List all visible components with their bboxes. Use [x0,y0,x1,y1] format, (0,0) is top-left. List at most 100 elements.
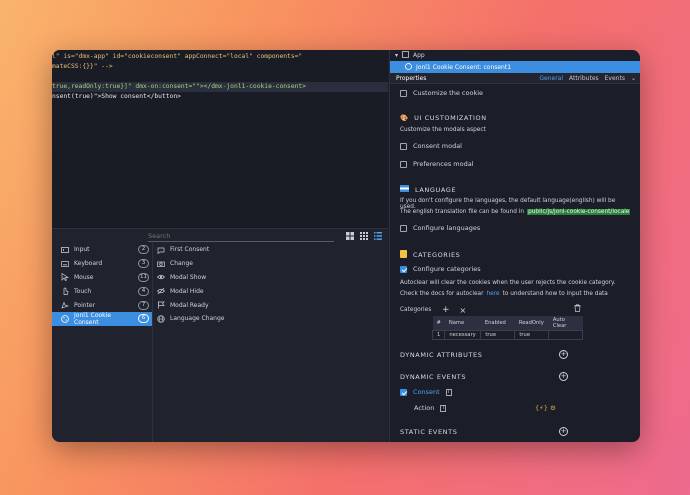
first-consent-icon [157,246,165,255]
customize-cookie-row[interactable]: Customize the cookie [400,89,632,97]
tree-item-app[interactable]: ▾ App [390,50,640,61]
input-icon [61,246,69,254]
section-title: STATIC EVENTS [400,428,458,436]
dynamic-attributes-heading: DYNAMIC ATTRIBUTES [400,351,632,359]
checkbox-label: Consent modal [413,142,462,150]
info-icon[interactable]: i [440,404,447,412]
description-text: Autoclear will clear the cookies when th… [400,280,616,286]
tree-label: Jonl1 Cookie Consent: consent1 [416,63,512,71]
components-panel: Input 2 Keyboard 3 Mouse 11 Touch 4 Poin… [52,228,388,442]
properties-panel: ▾ App Jonl1 Cookie Consent: consent1 Pro… [389,50,640,442]
column-header: Auto Clear [548,316,583,331]
close-icon[interactable]: × [460,306,467,315]
category-count: 7 [138,300,149,310]
language-path-line: The english translation file can be foun… [400,209,632,215]
category-label: Touch [74,287,92,295]
tab-attributes[interactable]: Attributes [569,75,599,82]
configure-categories-row[interactable]: Configure categories [400,265,632,273]
code-line: nsent(true)">Show consent</button> [52,92,388,102]
configure-categories-checkbox[interactable] [400,265,407,273]
action-picker-icon[interactable]: ⚙ [550,404,556,412]
preferences-modal-row[interactable]: Preferences modal [400,160,632,168]
trash-icon[interactable] [574,304,581,314]
action-row[interactable]: Action i {⚡} ⚙ [400,404,632,412]
info-icon[interactable]: i [445,388,452,396]
ui-customization-heading: 🎨 UI CUSTOMIZATION [400,114,632,122]
category-item-input[interactable]: Input 2 [52,243,152,257]
docs-link[interactable]: here [486,291,499,297]
ui-description: Customize the modals aspect [400,127,632,133]
cookie-icon [405,62,412,72]
event-list: First Consent Change Modal Show Modal Hi… [152,243,388,442]
checkbox-label: Preferences modal [413,160,474,168]
autoclear-docs-line: Check the docs for autoclear here to und… [400,291,632,297]
column-header: ReadOnly [514,316,549,331]
tab-general[interactable]: General [539,75,563,82]
chevron-down-icon[interactable]: ▾ [395,52,398,59]
category-label: Input [74,246,90,254]
event-item-modal-hide[interactable]: Modal Hide [153,284,388,298]
flag-icon [400,185,409,194]
event-item-modal-show[interactable]: Modal Show [153,271,388,285]
pointer-icon [61,301,70,309]
description-text: The english translation file can be foun… [400,209,525,215]
event-label: Consent [413,388,440,396]
event-item-change[interactable]: Change [153,257,388,271]
table-row[interactable]: 1 necessary true true [431,330,584,340]
list-view-icon[interactable] [374,232,382,240]
tree-item-component[interactable]: Jonl1 Cookie Consent: consent1 [390,61,640,73]
event-item-modal-ready[interactable]: Modal Ready [153,298,388,312]
category-item-mouse[interactable]: Mouse 11 [52,271,152,285]
checkbox-label: Configure languages [413,224,481,232]
category-count: 11 [138,272,149,282]
code-line: mateCSS:{}}" --> [52,62,388,72]
preferences-modal-checkbox[interactable] [400,160,407,168]
chevron-down-icon[interactable]: ⌄ [631,75,636,82]
add-dynamic-event-button[interactable]: + [559,372,568,381]
table-cell[interactable] [548,330,584,340]
event-label: Change [170,260,193,268]
description-text: to understand how to input the data [502,291,608,297]
configure-languages-checkbox[interactable] [400,224,407,232]
table-cell[interactable]: true [480,330,516,340]
tab-events[interactable]: Events [605,75,625,82]
add-dynamic-attribute-button[interactable]: + [559,350,568,359]
category-count: 3 [138,259,149,269]
grid-small-icon[interactable] [360,232,368,240]
search-input[interactable] [148,230,334,242]
customize-cookie-checkbox[interactable] [400,89,407,97]
eye-icon [157,273,165,281]
category-item-cookie-consent[interactable]: Jonl1 Cookie Consent 6 [52,312,152,326]
table-cell[interactable]: true [514,330,550,340]
consent-event-checkbox[interactable] [400,388,407,396]
code-editor[interactable]: l" is="dmx-app" id="cookieconsent" appCo… [52,50,388,228]
consent-modal-row[interactable]: Consent modal [400,142,632,150]
consent-modal-checkbox[interactable] [400,142,407,150]
dynamic-events-heading: DYNAMIC EVENTS [400,373,632,381]
static-events-heading: STATIC EVENTS [400,428,632,436]
category-item-keyboard[interactable]: Keyboard 3 [52,257,152,271]
keyboard-icon [60,260,70,268]
app-icon [402,51,409,60]
autoclear-description: Autoclear will clear the cookies when th… [400,280,632,286]
grid-large-icon[interactable] [346,232,354,240]
category-item-pointer[interactable]: Pointer 7 [52,298,152,312]
category-label: Jonl1 Cookie Consent [74,311,111,326]
table-cell[interactable]: 1 [431,330,446,340]
event-label: Modal Ready [170,301,209,309]
mouse-icon [61,273,70,282]
consent-event-row[interactable]: Consent i [400,388,632,396]
category-item-touch[interactable]: Touch 4 [52,284,152,298]
flag-icon [157,301,165,309]
tree-label: App [413,52,425,59]
table-cell[interactable]: necessary [444,330,482,340]
category-count: 2 [138,245,149,255]
code-braces-icon[interactable]: {⚡} [535,404,548,412]
event-item-first-consent[interactable]: First Consent [153,243,388,257]
configure-languages-row[interactable]: Configure languages [400,224,632,232]
add-icon[interactable]: + [442,305,450,315]
table-header-row: # Name Enabled ReadOnly Auto Clear [432,316,583,331]
properties-title: Properties [396,74,427,82]
add-static-event-button[interactable]: + [559,427,568,436]
event-item-language-change[interactable]: Language Change [153,312,388,326]
